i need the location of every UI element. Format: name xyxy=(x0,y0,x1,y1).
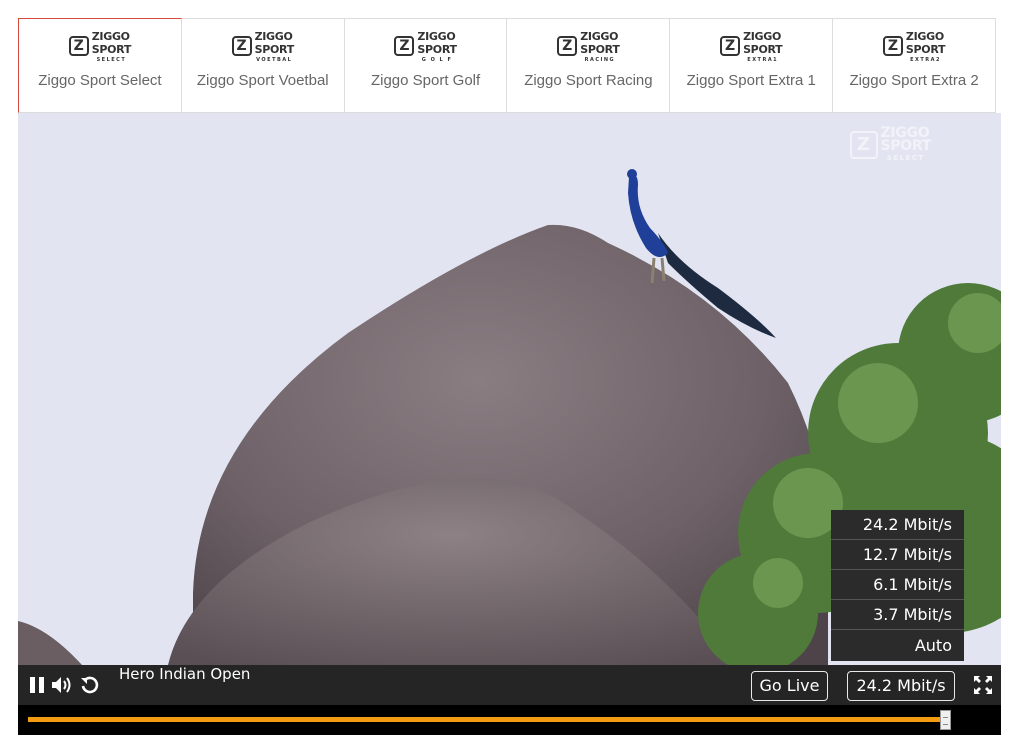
tab-ziggo-sport-voetbal[interactable]: Z ZIGGO SPORT VOETBAL Ziggo Sport Voetbal xyxy=(181,18,345,113)
ziggo-sport-select-logo: Z ZIGGO SPORT SELECT xyxy=(68,29,131,63)
quality-menu: 24.2 Mbit/s 12.7 Mbit/s 6.1 Mbit/s 3.7 M… xyxy=(831,510,964,661)
go-live-button[interactable]: Go Live xyxy=(751,671,828,701)
ziggo-sport-extra-2-logo: Z ZIGGO SPORT EXTRA2 xyxy=(882,29,946,63)
quality-option-auto[interactable]: Auto xyxy=(831,630,964,661)
tab-label: Ziggo Sport Extra 1 xyxy=(686,72,816,89)
tab-label: Ziggo Sport Voetbal xyxy=(196,72,329,89)
ziggo-sport-golf-logo: Z ZIGGO SPORT G O L F xyxy=(394,29,457,63)
tab-ziggo-sport-golf[interactable]: Z ZIGGO SPORT G O L F Ziggo Sport Golf xyxy=(344,18,508,113)
tab-label: Ziggo Sport Golf xyxy=(370,72,481,89)
pause-icon[interactable] xyxy=(26,665,48,705)
tab-label: Ziggo Sport Select xyxy=(38,72,162,89)
tab-ziggo-sport-select[interactable]: Z ZIGGO SPORT SELECT Ziggo Sport Select xyxy=(18,18,182,113)
replay-icon[interactable] xyxy=(78,665,102,705)
channel-watermark: Z ZIGGO SPORT SELECT xyxy=(849,126,931,162)
tab-ziggo-sport-extra-2[interactable]: Z ZIGGO SPORT EXTRA2 Ziggo Sport Extra 2 xyxy=(833,18,996,113)
ziggo-sport-extra-1-logo: Z ZIGGO SPORT EXTRA1 xyxy=(720,29,783,63)
fullscreen-icon[interactable] xyxy=(972,665,994,705)
quality-option-12-7[interactable]: 12.7 Mbit/s xyxy=(831,540,964,570)
quality-option-6-1[interactable]: 6.1 Mbit/s xyxy=(831,570,964,600)
volume-icon[interactable] xyxy=(50,665,74,705)
progress-bar[interactable] xyxy=(18,705,1001,735)
stream-title: Hero Indian Open xyxy=(119,665,251,683)
ziggo-sport-voetbal-logo: Z ZIGGO SPORT VOETBAL xyxy=(231,29,294,63)
ziggo-sport-racing-logo: Z ZIGGO SPORT RACING xyxy=(557,29,620,63)
tab-label: Ziggo Sport Extra 2 xyxy=(849,72,979,89)
tab-ziggo-sport-racing[interactable]: Z ZIGGO SPORT RACING Ziggo Sport Racing xyxy=(507,18,671,113)
channel-tabs: Z ZIGGO SPORT SELECT Ziggo Sport Select Z … xyxy=(18,18,996,113)
tab-ziggo-sport-extra-1[interactable]: Z ZIGGO SPORT EXTRA1 Ziggo Sport Extra 1 xyxy=(670,18,834,113)
quality-button[interactable]: 24.2 Mbit/s xyxy=(847,671,955,701)
progress-handle[interactable] xyxy=(940,710,951,730)
quality-option-24-2[interactable]: 24.2 Mbit/s xyxy=(831,510,964,540)
quality-option-3-7[interactable]: 3.7 Mbit/s xyxy=(831,600,964,630)
control-bar: Hero Indian Open Go Live 24.2 Mbit/s xyxy=(18,665,1001,705)
progress-fill xyxy=(28,717,946,722)
tab-label: Ziggo Sport Racing xyxy=(524,72,653,89)
